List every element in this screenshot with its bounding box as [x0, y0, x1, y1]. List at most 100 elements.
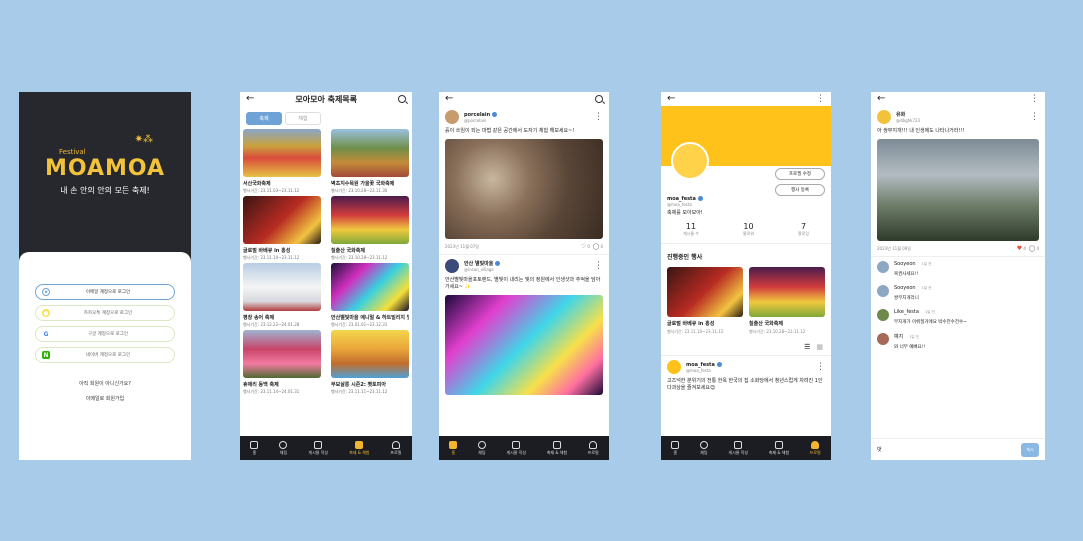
post-username[interactable]: 안산 별빛마을: [464, 260, 501, 267]
stat-followers[interactable]: 10 팔로워: [743, 222, 754, 237]
back-arrow-icon[interactable]: ←: [667, 94, 675, 104]
like-count: 0: [587, 244, 590, 249]
festival-date: 행사기간: 23.11.10~23.11.12: [243, 255, 300, 260]
comment-icon[interactable]: ◯: [1028, 245, 1035, 252]
nav-home[interactable]: 홈: [671, 441, 680, 455]
google-login-button[interactable]: G 구글 계정으로 로그인: [35, 326, 175, 342]
firework-icon: [355, 441, 364, 449]
nav-home[interactable]: 홈: [250, 441, 259, 455]
festival-image: [243, 330, 321, 378]
nav-chat[interactable]: 채팅: [477, 441, 486, 455]
tab-festival[interactable]: 축제: [246, 112, 282, 125]
festival-card[interactable]: 벽초지수목원 가을꽃 국화축제 행사기간: 23.10.28~23.11.30: [331, 129, 409, 194]
festival-card[interactable]: 칠출산 국화축제 행사기간: 23.10.28~23.11.12: [331, 196, 409, 261]
chat-icon: [477, 441, 486, 449]
back-arrow-icon[interactable]: ←: [445, 94, 453, 104]
tab-experience[interactable]: 체험: [285, 112, 321, 125]
post-username[interactable]: porcelain: [464, 111, 498, 118]
festival-card[interactable]: 휴애리 동백 축제 행사기간: 23.11.14~24.01.31: [243, 330, 321, 395]
post-text: 아 쌍무지개!!! 내 인생에도 나타나거라!!!: [877, 128, 965, 134]
comment-author-name[interactable]: Sooyeon: [894, 261, 916, 267]
nav-write[interactable]: 게시물 작성: [308, 441, 328, 455]
home-icon: [449, 441, 458, 449]
avatar[interactable]: [445, 110, 459, 124]
kakao-login-button[interactable]: ● 카카오톡 계정으로 로그인: [35, 305, 175, 321]
nav-profile[interactable]: 프로필: [390, 441, 401, 455]
festival-name: 안산별빛마을 에니멀 & 하트빌리지 빛축제: [331, 315, 409, 321]
stat-following[interactable]: 7 팔로잉: [798, 222, 809, 237]
nav-festival[interactable]: 축제 & 체험: [547, 441, 567, 455]
page-title: 모아모아 축제목록: [295, 94, 358, 104]
more-icon[interactable]: ⋮: [1030, 94, 1039, 104]
nav-profile[interactable]: 프로필: [810, 441, 821, 455]
avatar[interactable]: [445, 259, 459, 273]
stat-value: 10: [743, 222, 754, 231]
festival-image: [331, 129, 409, 177]
kakao-login-label: 카카오톡 계정으로 로그인: [83, 311, 133, 316]
avatar[interactable]: [877, 309, 889, 321]
nav-home[interactable]: 홈: [449, 441, 458, 455]
post-username-text: porcelain: [464, 111, 491, 118]
comment-text: 쌍무지개라니: [894, 296, 919, 301]
more-icon[interactable]: ⋮: [816, 362, 825, 372]
avatar[interactable]: [877, 333, 889, 345]
comment-icon[interactable]: ◯: [592, 243, 599, 250]
heart-icon[interactable]: ♡: [581, 243, 586, 250]
chat-icon: [279, 441, 288, 449]
send-button[interactable]: 게시: [1021, 442, 1039, 457]
nav-chat[interactable]: 채팅: [699, 441, 708, 455]
festival-card[interactable]: 평창 송어 축제 행사기간: 23.12.22~24.01.28: [243, 263, 321, 328]
more-icon[interactable]: ⋮: [1030, 112, 1039, 122]
festival-card[interactable]: 무보살롱 시즌2: 펫토피아 행사기간: 23.11.11~23.11.12: [331, 330, 409, 395]
back-arrow-icon[interactable]: ←: [877, 94, 885, 104]
avatar[interactable]: [877, 110, 891, 124]
grid-view-icon[interactable]: ▦: [816, 343, 823, 351]
tagline: 내 손 안의 안의 모든 축제!: [60, 186, 150, 195]
nav-write[interactable]: 게시물 작성: [728, 441, 748, 455]
list-view-icon[interactable]: ☰: [804, 343, 810, 351]
nav-home-label: 홈: [451, 450, 456, 455]
more-icon[interactable]: ⋮: [594, 261, 603, 271]
nav-festival[interactable]: 축제 & 체험: [769, 441, 789, 455]
nav-profile[interactable]: 프로필: [588, 441, 599, 455]
post-header: 유화 @dbghk723 ⋮: [871, 106, 1045, 128]
back-arrow-icon[interactable]: ←: [246, 94, 254, 104]
signup-link[interactable]: 이메일로 회원가입: [86, 395, 124, 402]
comment-author: Like_festa 1일 전: [894, 309, 967, 315]
festival-card[interactable]: 서산국화축제 행사기간: 23.11.03~23.11.12: [243, 129, 321, 194]
email-login-button[interactable]: ✦ 이메일 계정으로 로그인: [35, 284, 175, 300]
edit-profile-button[interactable]: 프로필 수정: [775, 168, 825, 180]
comment-author-name[interactable]: Like_festa: [894, 309, 919, 315]
post-username[interactable]: moa_festa: [686, 361, 722, 368]
festival-date: 행사기간: 23.12.22~24.01.28: [243, 322, 300, 327]
event-image: [667, 267, 743, 317]
avatar[interactable]: [667, 360, 681, 374]
heart-icon[interactable]: ♥: [1017, 245, 1022, 252]
search-icon[interactable]: [595, 95, 603, 103]
comment-author-name[interactable]: 예지: [894, 334, 903, 340]
more-icon[interactable]: ⋮: [816, 94, 825, 104]
festival-card[interactable]: 안산별빛마을 에니멀 & 하트빌리지 빛축제 행사기간: 23.01.01~23…: [331, 263, 409, 328]
search-icon[interactable]: [398, 95, 406, 103]
naver-login-button[interactable]: N 네이버 계정으로 로그인: [35, 347, 175, 363]
nav-write[interactable]: 게시물 작성: [506, 441, 526, 455]
avatar[interactable]: [877, 285, 889, 297]
register-event-button[interactable]: 행사 등록: [775, 184, 825, 196]
event-card[interactable]: 칠출산 국화축제 행사기간: 23.10.28~23.11.12: [749, 267, 825, 335]
festival-card[interactable]: 글로벌 바베큐 in 홍성 행사기간: 23.11.10~23.11.12: [243, 196, 321, 261]
plus-icon: [734, 441, 743, 449]
nav-festival[interactable]: 축제 & 체험: [349, 441, 369, 455]
post-image: [445, 139, 603, 239]
post-date: 2023년 11월 07일: [445, 243, 479, 249]
more-icon[interactable]: ⋮: [594, 112, 603, 122]
avatar[interactable]: [877, 261, 889, 273]
avatar[interactable]: [671, 142, 709, 180]
post-user-info: 유화 @dbghk723: [896, 111, 920, 123]
stat-posts[interactable]: 11 게시물 수: [683, 222, 699, 237]
nav-chat[interactable]: 채팅: [279, 441, 288, 455]
comment-author-name[interactable]: Sooyeon: [894, 285, 916, 291]
view-toggle: ☰ ▦: [661, 335, 831, 356]
comment-input[interactable]: 댓: [877, 446, 882, 453]
event-card[interactable]: 글로벌 바베큐 in 홍성 행사기간: 23.11.10~23.11.12: [667, 267, 743, 335]
post-username[interactable]: 유화: [896, 111, 920, 118]
